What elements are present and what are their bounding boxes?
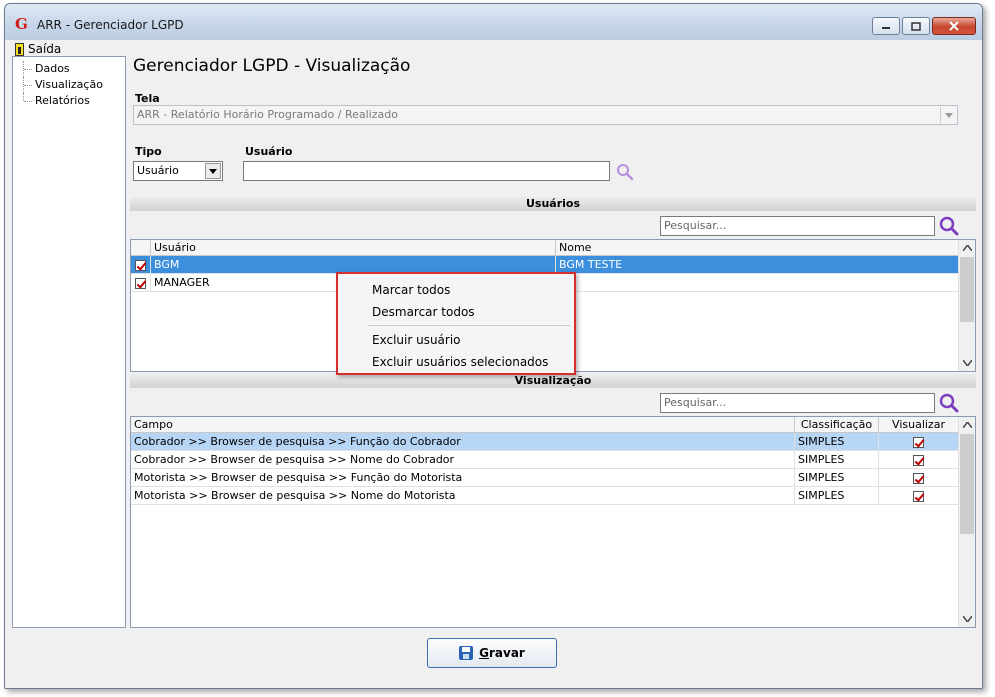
- menu-item-marcar-todos[interactable]: Marcar todos: [338, 279, 574, 301]
- cell-campo: Motorista >> Browser de pesquisa >> Nome…: [131, 487, 795, 504]
- cell-usuario: BGM: [151, 256, 556, 273]
- exit-menu-item[interactable]: Saída: [15, 42, 61, 56]
- close-button[interactable]: [932, 17, 976, 35]
- cell-nome: BGM TESTE: [556, 256, 959, 273]
- cell-classificacao: SIMPLES: [795, 487, 879, 504]
- usuarios-search-input[interactable]: Pesquisar...: [660, 216, 935, 236]
- visualizacao-grid-header: Campo Classificação Visualizar: [131, 417, 975, 433]
- cell-nome: [556, 274, 959, 291]
- visualizacao-section-header: Visualização: [130, 374, 976, 388]
- visualizacao-grid: Campo Classificação Visualizar Cobrador …: [130, 416, 976, 628]
- scroll-thumb[interactable]: [960, 257, 974, 322]
- visualizacao-search-input[interactable]: Pesquisar...: [660, 393, 935, 413]
- cell-campo: Cobrador >> Browser de pesquisa >> Nome …: [131, 451, 795, 468]
- usuarios-scrollbar[interactable]: [958, 240, 975, 371]
- menu-separator: [368, 325, 570, 326]
- visualizacao-search-button[interactable]: [938, 392, 960, 414]
- table-row[interactable]: Cobrador >> Browser de pesquisa >> Nome …: [131, 451, 975, 469]
- chevron-down-icon: [940, 107, 956, 123]
- chevron-down-icon: [205, 163, 221, 179]
- sidebar-item-dados[interactable]: Dados: [13, 61, 125, 77]
- window-title: ARR - Gerenciador LGPD: [37, 18, 184, 32]
- table-row[interactable]: Motorista >> Browser de pesquisa >> Nome…: [131, 487, 975, 505]
- save-button[interactable]: Gravar: [427, 638, 557, 668]
- exit-label: Saída: [28, 42, 62, 56]
- tela-label: Tela: [135, 92, 160, 105]
- usuarios-grid-header: Usuário Nome: [131, 240, 975, 256]
- scroll-up-icon[interactable]: [959, 240, 975, 256]
- menu-item-desmarcar-todos[interactable]: Desmarcar todos: [338, 301, 574, 323]
- maximize-button[interactable]: [902, 17, 930, 35]
- visualizar-checkbox[interactable]: [913, 454, 924, 466]
- usuarios-search-button[interactable]: [938, 215, 960, 237]
- column-header-usuario[interactable]: Usuário: [151, 240, 556, 255]
- scroll-down-icon[interactable]: [959, 355, 975, 371]
- column-header-campo[interactable]: Campo: [131, 417, 795, 432]
- tipo-label: Tipo: [135, 145, 162, 158]
- menu-item-excluir-selecionados[interactable]: Excluir usuários selecionados: [338, 351, 574, 373]
- minimize-button[interactable]: [872, 17, 900, 35]
- search-icon: [939, 216, 959, 236]
- search-icon: [939, 393, 959, 413]
- table-row[interactable]: Cobrador >> Browser de pesquisa >> Funçã…: [131, 433, 975, 451]
- row-checkbox[interactable]: [135, 277, 146, 289]
- scroll-up-icon[interactable]: [959, 417, 975, 433]
- cell-campo: Motorista >> Browser de pesquisa >> Funç…: [131, 469, 795, 486]
- sidebar-item-visualizacao[interactable]: Visualização: [13, 77, 125, 93]
- sidebar-tree: Dados Visualização Relatórios: [12, 56, 126, 628]
- app-logo-icon: G: [15, 15, 28, 33]
- menu-item-excluir-usuario[interactable]: Excluir usuário: [338, 329, 574, 351]
- cell-classificacao: SIMPLES: [795, 469, 879, 486]
- save-label: Gravar: [479, 646, 525, 660]
- tipo-select[interactable]: Usuário: [133, 161, 223, 181]
- maximize-icon: [911, 21, 921, 31]
- table-row[interactable]: Motorista >> Browser de pesquisa >> Funç…: [131, 469, 975, 487]
- minimize-icon: [882, 27, 890, 29]
- tela-select[interactable]: ARR - Relatório Horário Programado / Rea…: [133, 105, 958, 125]
- scroll-thumb[interactable]: [960, 434, 974, 534]
- close-icon: [949, 21, 959, 31]
- search-icon: [617, 164, 634, 181]
- cell-classificacao: SIMPLES: [795, 433, 879, 450]
- context-menu: Marcar todos Desmarcar todos Excluir usu…: [336, 272, 576, 375]
- floppy-disk-icon: [459, 646, 474, 660]
- row-checkbox[interactable]: [135, 259, 146, 271]
- sidebar-item-relatorios[interactable]: Relatórios: [13, 93, 125, 109]
- cell-classificacao: SIMPLES: [795, 451, 879, 468]
- visualizar-checkbox[interactable]: [913, 436, 924, 448]
- column-header-classificacao[interactable]: Classificação: [795, 417, 879, 432]
- column-header-nome[interactable]: Nome: [556, 240, 959, 255]
- usuario-search-button[interactable]: [615, 162, 635, 182]
- usuarios-section-header: Usuários: [130, 197, 976, 211]
- visualizar-checkbox[interactable]: [913, 472, 924, 484]
- tipo-value: Usuário: [137, 164, 179, 177]
- visualizacao-scrollbar[interactable]: [958, 417, 975, 627]
- scroll-down-icon[interactable]: [959, 611, 975, 627]
- visualizar-checkbox[interactable]: [913, 490, 924, 502]
- column-header-visualizar[interactable]: Visualizar: [879, 417, 959, 432]
- page-title: Gerenciador LGPD - Visualização: [133, 56, 411, 76]
- cell-campo: Cobrador >> Browser de pesquisa >> Funçã…: [131, 433, 795, 450]
- title-bar[interactable]: G ARR - Gerenciador LGPD: [5, 4, 982, 40]
- usuario-label: Usuário: [245, 145, 293, 158]
- tela-value: ARR - Relatório Horário Programado / Rea…: [137, 108, 398, 121]
- exit-door-icon: [15, 42, 24, 56]
- usuario-input[interactable]: [243, 161, 610, 181]
